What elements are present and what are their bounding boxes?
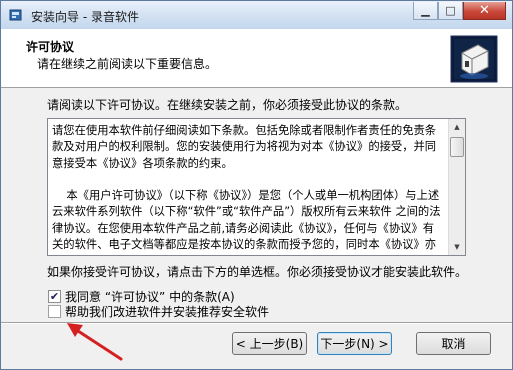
minimize-button[interactable]: ▁	[413, 2, 438, 20]
maximize-button[interactable]: □	[438, 2, 463, 20]
title-bar[interactable]: 安装向导 - 录音软件 ▁ □ ✕	[1, 1, 512, 29]
license-text: 请您在使用本软件前仔细阅读如下条款。包括免除或者限制作者责任的免责条款及对用户的…	[52, 124, 441, 251]
agree-checkbox[interactable]: ✔	[48, 290, 61, 303]
cancel-button[interactable]: 取消	[416, 332, 491, 355]
license-instruction: 请阅读以下许可协议。在继续安装之前，你必须接受此协议的条款。	[47, 98, 408, 112]
agreement-hint: 如果你接受许可协议，请点击下方的单选框。你必须接受协议才能安装此软件。	[47, 265, 468, 279]
window-title: 安装向导 - 录音软件	[31, 10, 139, 24]
red-annotation-arrow-icon	[67, 323, 123, 361]
wizard-header: 许可协议 请在继续之前阅读以下重要信息。	[1, 29, 512, 88]
page-title: 许可协议	[26, 40, 75, 54]
maximize-icon: □	[445, 4, 456, 17]
page-subtitle: 请在继续之前阅读以下重要信息。	[37, 57, 218, 71]
license-textbox[interactable]: 请您在使用本软件前仔细阅读如下条款。包括免除或者限制作者责任的免责条款及对用户的…	[47, 118, 466, 256]
window-controls: ▁ □ ✕	[413, 2, 506, 22]
scroll-up-icon[interactable]: ▲	[449, 119, 465, 135]
close-icon: ✕	[479, 3, 490, 18]
installer-window: 安装向导 - 录音软件 ▁ □ ✕ 许可协议 请在继续之前阅读以下重要信息。 请…	[0, 0, 513, 370]
license-scrollbar[interactable]: ▲ ▼	[448, 119, 465, 255]
installer-app-icon	[9, 9, 22, 21]
back-button[interactable]: < 上一步(B)	[232, 332, 307, 355]
scroll-thumb[interactable]	[450, 137, 464, 157]
installer-logo-icon	[450, 35, 498, 83]
next-button[interactable]: 下一步(N) >	[317, 332, 392, 355]
close-button[interactable]: ✕	[463, 2, 506, 20]
minimize-icon: ▁	[421, 4, 430, 17]
help-improve-checkbox[interactable]	[48, 305, 61, 318]
scroll-down-icon[interactable]: ▼	[449, 239, 465, 255]
